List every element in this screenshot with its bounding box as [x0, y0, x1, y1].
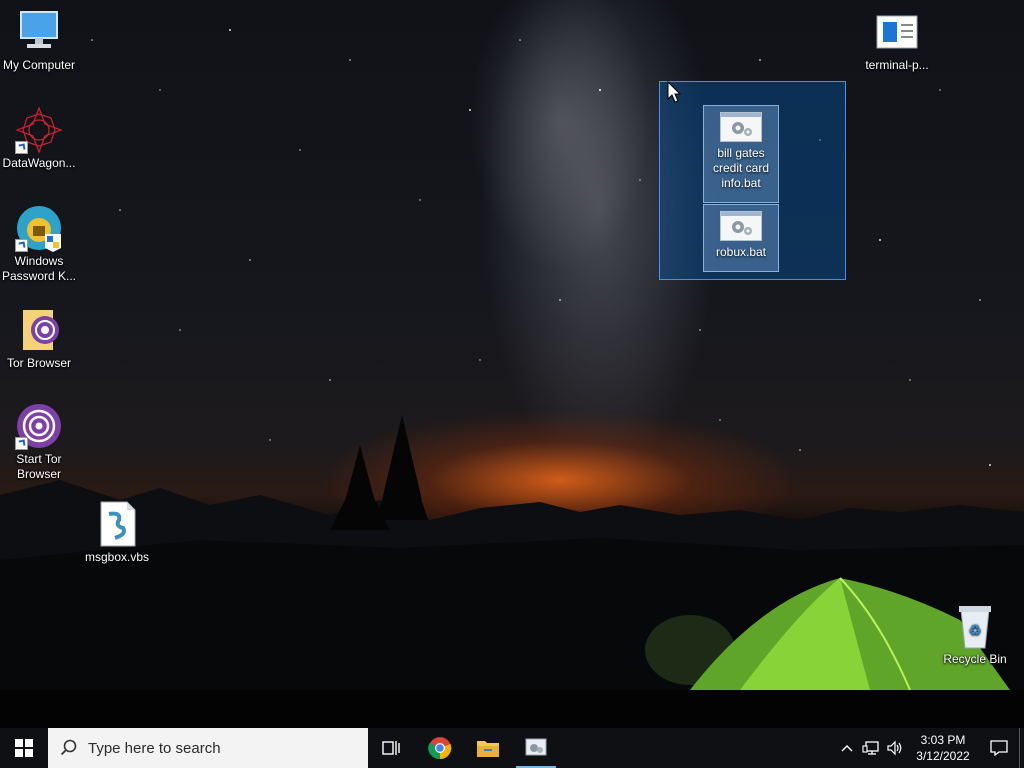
network-button[interactable]: [859, 728, 883, 768]
script-file-icon: [93, 500, 141, 548]
mouse-cursor-icon: [667, 81, 682, 103]
chrome-taskbar-button[interactable]: [416, 728, 464, 768]
notification-icon: [990, 740, 1008, 756]
folder-icon: [15, 306, 63, 354]
svg-text:♻: ♻: [969, 623, 982, 639]
icon-label: Windows Password K...: [1, 254, 77, 283]
icon-label: Start Tor Browser: [16, 452, 62, 481]
trash-icon: ♻: [951, 602, 999, 650]
search-placeholder: Type here to search: [88, 739, 221, 757]
tor-browser-folder-icon[interactable]: Tor Browser: [0, 306, 78, 371]
clock[interactable]: 3:03 PM 3/12/2022: [907, 732, 979, 764]
gear-file-icon: [720, 211, 762, 241]
icon-label: DataWagon...: [2, 156, 76, 170]
terminal-icon[interactable]: terminal-p...: [858, 8, 936, 73]
action-center-button[interactable]: [979, 728, 1019, 768]
lock-shield-icon: [15, 204, 63, 252]
my-computer-icon[interactable]: My Computer: [0, 8, 78, 73]
system-tray: 3:03 PM 3/12/2022: [835, 728, 1024, 768]
chevron-up-icon: [841, 745, 853, 752]
folder-icon: [477, 741, 499, 757]
datawagon-logo-icon: [15, 106, 63, 154]
show-hidden-icons-button[interactable]: [835, 728, 859, 768]
chrome-icon: [428, 737, 452, 760]
desktop[interactable]: My Computer DataWagon... Windows Passwor…: [0, 0, 1024, 728]
taskbar: Type here to search 3:03 PM 3/12/2022: [0, 728, 1024, 768]
start-button[interactable]: [0, 728, 48, 768]
monitor-icon: [15, 8, 63, 56]
icon-label: robux.bat: [715, 245, 767, 259]
icon-label: bill gates credit card info.bat: [712, 146, 770, 190]
robux-bat-icon[interactable]: robux.bat: [703, 204, 779, 272]
file-explorer-taskbar-button[interactable]: [464, 728, 512, 768]
search-icon: [60, 739, 77, 756]
gear-file-icon: [720, 112, 762, 142]
control-panel-icon: [525, 738, 547, 756]
icon-label: msgbox.vbs: [84, 550, 150, 564]
show-desktop-button[interactable]: [1019, 728, 1024, 768]
icon-label: Recycle Bin: [943, 652, 1007, 666]
speaker-icon: [887, 740, 902, 756]
msgbox-vbs-icon[interactable]: msgbox.vbs: [78, 500, 156, 565]
clock-time: 3:03 PM: [920, 733, 966, 747]
task-view-button[interactable]: [368, 728, 416, 768]
window-icon: [873, 8, 921, 56]
taskbar-search-box[interactable]: Type here to search: [48, 728, 368, 768]
tor-onion-icon: [15, 402, 63, 450]
recycle-bin-icon[interactable]: ♻ Recycle Bin: [936, 602, 1014, 667]
windows-password-icon[interactable]: Windows Password K...: [0, 204, 78, 284]
icon-label: My Computer: [2, 58, 76, 72]
wallpaper: [0, 29, 1024, 728]
bill-gates-bat-icon[interactable]: bill gates credit card info.bat: [703, 105, 779, 203]
task-view-icon: [382, 741, 400, 755]
datawagon-icon[interactable]: DataWagon...: [0, 106, 78, 171]
icon-label: Tor Browser: [6, 356, 71, 370]
network-icon: [862, 741, 879, 755]
shortcut-arrow-icon: [15, 437, 28, 450]
start-tor-browser-icon[interactable]: Start Tor Browser: [0, 402, 78, 482]
clock-date: 3/12/2022: [916, 749, 970, 763]
volume-button[interactable]: [883, 728, 907, 768]
icon-label: terminal-p...: [865, 58, 929, 72]
shortcut-arrow-icon: [15, 141, 28, 154]
control-panel-taskbar-button[interactable]: [512, 728, 560, 768]
shortcut-arrow-icon: [15, 239, 28, 252]
windows-logo-icon: [15, 739, 33, 757]
